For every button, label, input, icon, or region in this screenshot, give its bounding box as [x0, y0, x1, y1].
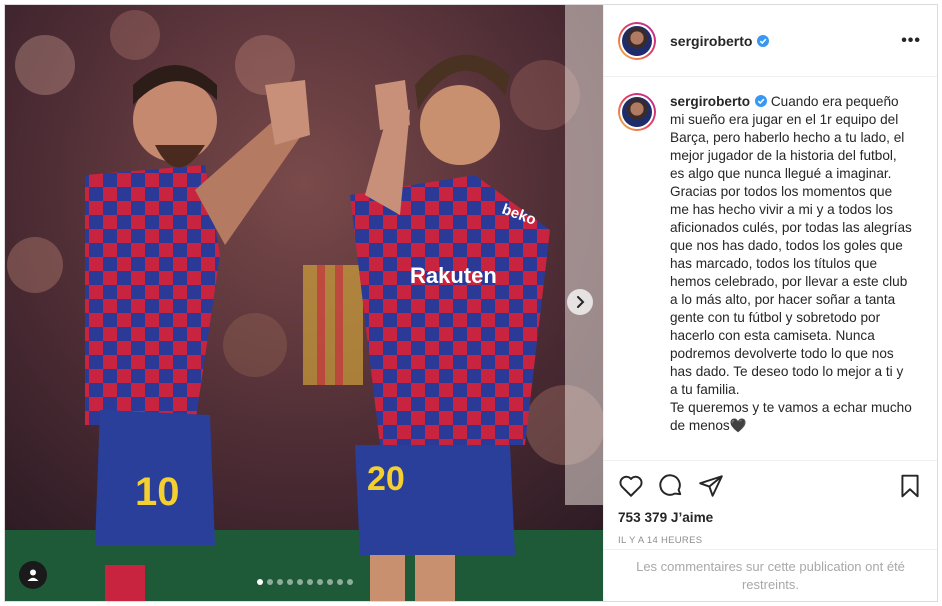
caption: sergiroberto Cuando era pequeño mi sueño… — [670, 93, 912, 459]
verified-badge-icon — [757, 34, 770, 47]
carousel-dot — [347, 579, 353, 585]
carousel-indicator — [257, 579, 357, 585]
caption-avatar[interactable] — [618, 93, 656, 131]
more-options-icon[interactable]: ••• — [901, 32, 921, 50]
verified-badge-icon — [755, 95, 768, 107]
carousel-next-button[interactable] — [567, 289, 593, 315]
caption-username[interactable]: sergiroberto — [670, 94, 750, 109]
caption-text: Cuando era pequeño mi sueño era jugar en… — [670, 94, 912, 433]
jersey-number-left: 10 — [135, 470, 180, 514]
carousel-dot — [307, 579, 313, 585]
share-icon[interactable] — [698, 473, 724, 499]
carousel-dot — [317, 579, 323, 585]
post-side-panel: sergiroberto ••• sergiroberto Cuando era… — [603, 5, 937, 601]
likes-count[interactable]: 753 379 J’aime — [618, 510, 923, 525]
heart-icon[interactable] — [618, 473, 644, 499]
header-username[interactable]: sergiroberto — [670, 33, 752, 49]
post-header: sergiroberto ••• — [604, 5, 937, 77]
carousel-dot — [277, 579, 283, 585]
avatar[interactable] — [618, 21, 656, 60]
post-timestamp[interactable]: IL Y A 14 HEURES — [618, 535, 923, 546]
carousel-dot — [297, 579, 303, 585]
actions-bar: 753 379 J’aime IL Y A 14 HEURES — [604, 460, 937, 546]
comments-restricted-notice: Les commentaires sur cette publication o… — [604, 549, 937, 601]
carousel-dot — [337, 579, 343, 585]
post-image[interactable]: 10 Rakuten beko 20 — [5, 5, 603, 601]
jersey-sponsor: Rakuten — [410, 263, 497, 288]
user-tag-icon — [27, 569, 39, 581]
bookmark-icon[interactable] — [897, 473, 923, 499]
post-card: 10 Rakuten beko 20 sergiroberto ••• serg… — [4, 4, 938, 602]
chevron-right-icon — [577, 296, 585, 308]
carousel-dot — [287, 579, 293, 585]
jersey-number-right: 20 — [367, 460, 405, 498]
caption-section: sergiroberto Cuando era pequeño mi sueño… — [604, 77, 937, 459]
carousel-dot — [267, 579, 273, 585]
carousel-dot — [257, 579, 263, 585]
comment-icon[interactable] — [658, 473, 684, 499]
user-tags-button[interactable] — [19, 561, 47, 589]
carousel-dot — [327, 579, 333, 585]
photo-illustration: 10 Rakuten beko 20 — [5, 5, 603, 601]
